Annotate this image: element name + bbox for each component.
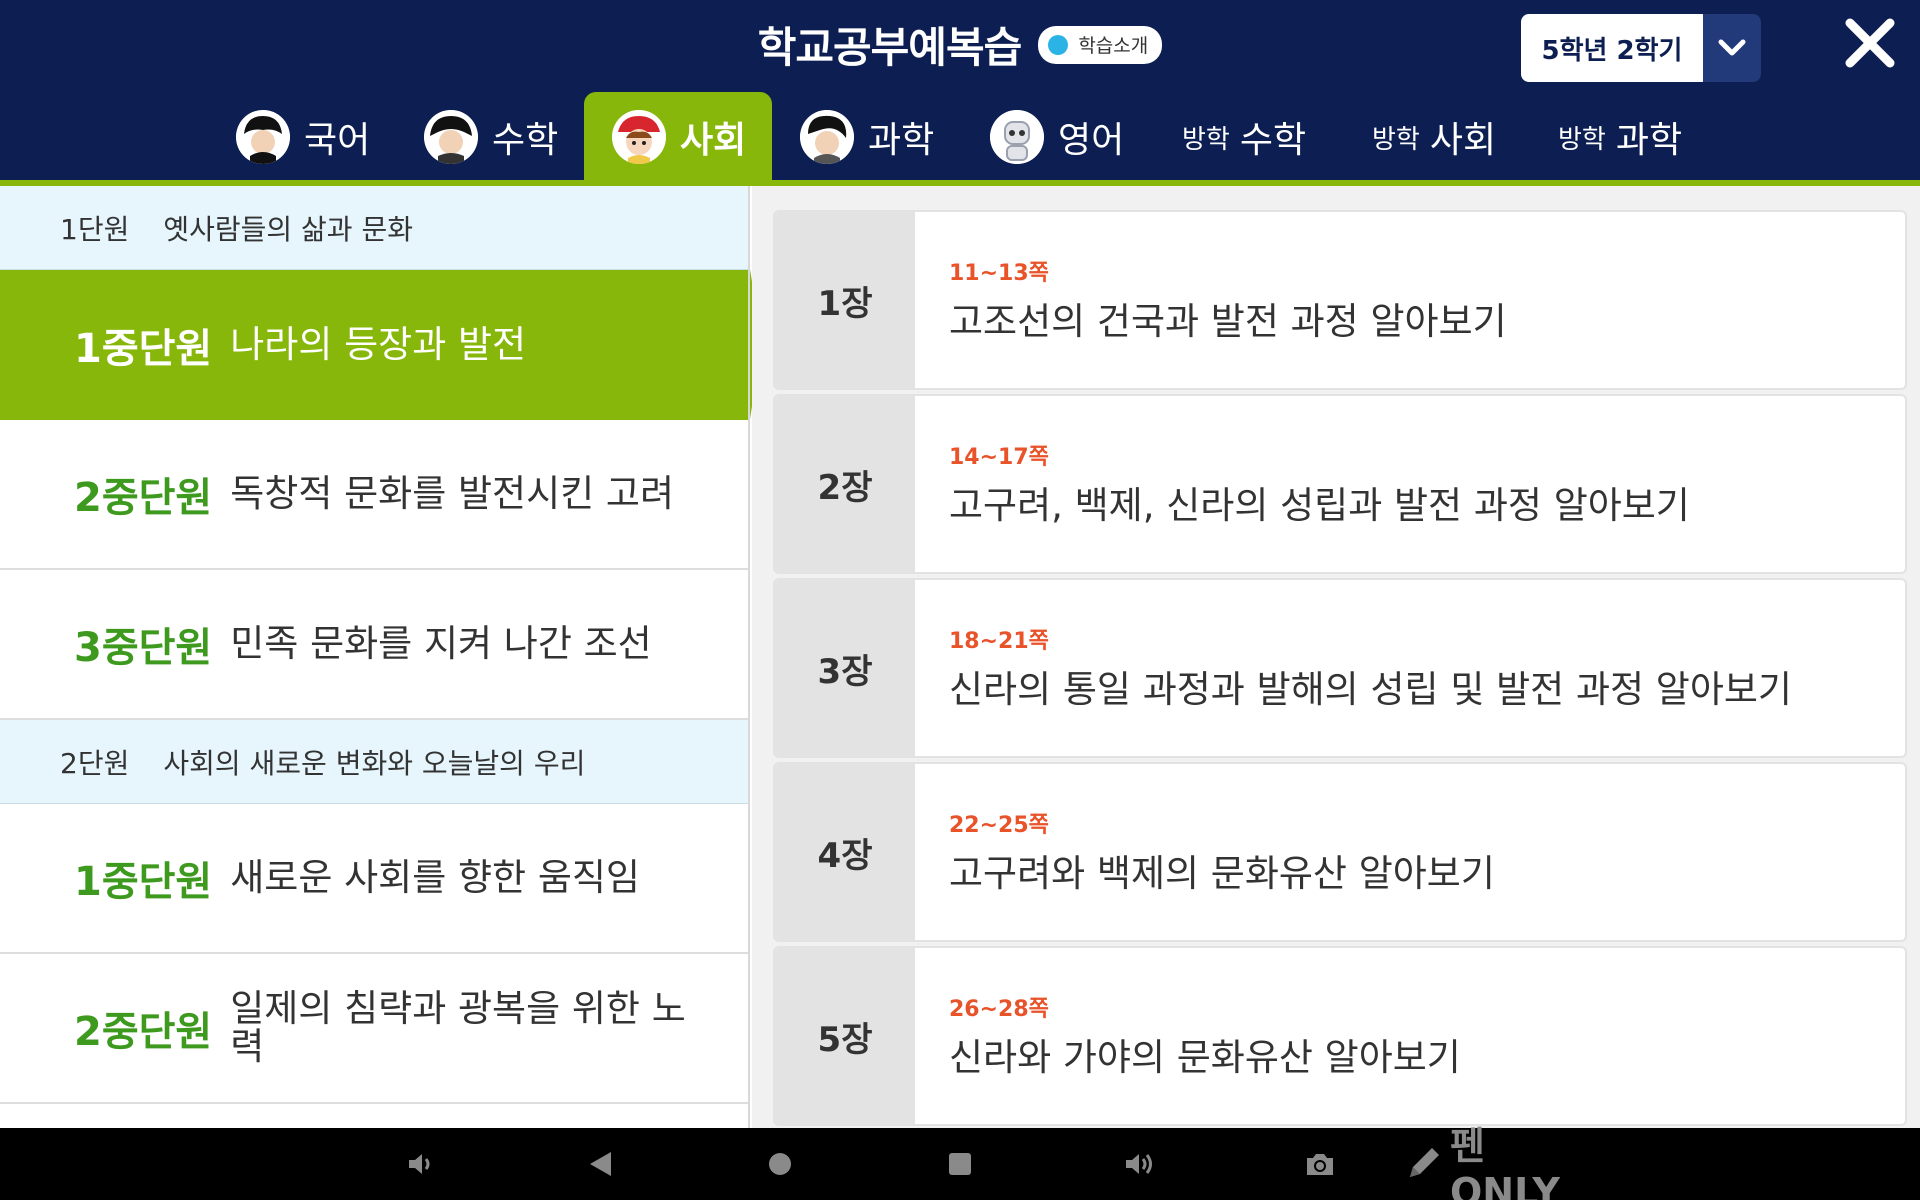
pen-only-button[interactable]: 펜 ONLY bbox=[1406, 1124, 1596, 1200]
chapter-number: 2장 bbox=[775, 396, 915, 572]
tab-math[interactable]: 수학 bbox=[424, 92, 558, 182]
chapter-pages: 18~21쪽 bbox=[949, 629, 1049, 654]
unit-name: 사회의 새로운 변화와 오늘날의 우리 bbox=[163, 746, 586, 780]
chapter-title: 신라와 가야의 문화유산 알아보기 bbox=[949, 1036, 1461, 1079]
subunit-number: 1중단원 bbox=[74, 859, 213, 905]
chapter-item[interactable]: 4장 22~25쪽 고구려와 백제의 문화유산 알아보기 bbox=[773, 762, 1907, 942]
chapter-number: 1장 bbox=[775, 212, 915, 388]
subunit-number: 2중단원 bbox=[74, 1009, 213, 1055]
unit-number: 1단원 bbox=[60, 212, 130, 246]
tab-label: 과학 bbox=[1615, 120, 1683, 161]
subunit-item[interactable]: 1중단원 나라의 등장과 발전 bbox=[0, 270, 748, 420]
chevron-down-icon[interactable] bbox=[1703, 14, 1761, 82]
chapter-item[interactable]: 5장 26~28쪽 신라와 가야의 문화유산 알아보기 bbox=[773, 946, 1907, 1126]
chapter-pages: 26~28쪽 bbox=[949, 997, 1049, 1022]
tab-label: 수학 bbox=[1239, 120, 1307, 161]
pen-only-label: 펜 ONLY bbox=[1450, 1123, 1560, 1200]
tab-korean[interactable]: 국어 bbox=[236, 92, 370, 182]
chapter-title: 고구려와 백제의 문화유산 알아보기 bbox=[949, 852, 1495, 895]
chapter-number: 5장 bbox=[775, 948, 915, 1124]
camera-icon[interactable] bbox=[1300, 1128, 1340, 1200]
chapter-title: 고구려, 백제, 신라의 성립과 발전 과정 알아보기 bbox=[949, 484, 1690, 527]
unit-number: 2단원 bbox=[60, 746, 130, 780]
character-science-icon bbox=[800, 110, 854, 164]
chapter-body: 22~25쪽 고구려와 백제의 문화유산 알아보기 bbox=[915, 764, 1495, 940]
subunit-item[interactable]: 2중단원 독창적 문화를 발전시킨 고려 bbox=[0, 420, 748, 570]
subunit-item[interactable]: 3중단원 민족 문화를 지켜 나간 조선 bbox=[0, 570, 748, 720]
tab-label: 사회 bbox=[680, 120, 747, 161]
subunit-number: 3중단원 bbox=[74, 625, 213, 671]
subunit-item[interactable]: 2중단원 일제의 침략과 광복을 위한 노력 bbox=[0, 954, 748, 1104]
tab-label: 사회 bbox=[1429, 120, 1497, 161]
tab-vacation-math[interactable]: 방학 수학 bbox=[1182, 92, 1306, 182]
chapter-pages: 22~25쪽 bbox=[949, 813, 1049, 838]
chapter-list[interactable]: 1장 11~13쪽 고조선의 건국과 발전 과정 알아보기 2장 14~17쪽 … bbox=[752, 186, 1920, 1128]
tab-prefix: 방학 bbox=[1558, 124, 1606, 155]
subunit-name: 독창적 문화를 발전시킨 고려 bbox=[230, 472, 674, 515]
character-english-icon bbox=[990, 110, 1044, 164]
tab-prefix: 방학 bbox=[1372, 124, 1420, 155]
unit-header: 1단원 옛사람들의 삶과 문화 bbox=[0, 186, 748, 270]
chapter-body: 26~28쪽 신라와 가야의 문화유산 알아보기 bbox=[915, 948, 1461, 1124]
subunit-item[interactable]: 1중단원 새로운 사회를 향한 움직임 bbox=[0, 804, 748, 954]
system-nav-bar: 펜 ONLY bbox=[0, 1124, 1920, 1200]
chapter-number: 4장 bbox=[775, 764, 915, 940]
unit-list[interactable]: 1단원 옛사람들의 삶과 문화 1중단원 나라의 등장과 발전 2중단원 독창적… bbox=[0, 186, 750, 1128]
pen-icon bbox=[1406, 1143, 1442, 1185]
recents-icon[interactable] bbox=[940, 1128, 980, 1200]
chapter-pages: 14~17쪽 bbox=[949, 445, 1049, 470]
chapter-item[interactable]: 2장 14~17쪽 고구려, 백제, 신라의 성립과 발전 과정 알아보기 bbox=[773, 394, 1907, 574]
grade-selector[interactable]: 5학년 2학기 bbox=[1521, 14, 1761, 82]
subunit-name: 일제의 침략과 광복을 위한 노력 bbox=[230, 987, 686, 1068]
chapter-item[interactable]: 1장 11~13쪽 고조선의 건국과 발전 과정 알아보기 bbox=[773, 210, 1907, 390]
subject-tabs: 국어 수학 사회 과학 영어 방학 수학 방학 사회 방학 과학 bbox=[0, 92, 1920, 182]
tab-label: 수학 bbox=[492, 120, 559, 161]
tab-vacation-social[interactable]: 방학 사회 bbox=[1372, 92, 1496, 182]
chapter-title: 신라의 통일 과정과 발해의 성립 및 발전 과정 알아보기 bbox=[949, 668, 1792, 711]
subunit-number: 1중단원 bbox=[74, 326, 213, 372]
tab-label: 과학 bbox=[868, 120, 935, 161]
grade-label: 5학년 2학기 bbox=[1521, 14, 1703, 82]
tab-label: 영어 bbox=[1058, 120, 1125, 161]
tab-prefix: 방학 bbox=[1182, 124, 1230, 155]
close-icon[interactable] bbox=[1840, 12, 1900, 74]
subunit-name: 민족 문화를 지켜 나간 조선 bbox=[230, 622, 652, 665]
intro-label: 학습소개 bbox=[1078, 35, 1149, 57]
app-header: 학교공부예복습 학습소개 5학년 2학기 국어 수학 사회 과학 영어 방학 수… bbox=[0, 0, 1920, 182]
subunit-number: 2중단원 bbox=[74, 475, 213, 521]
tab-label: 국어 bbox=[304, 120, 371, 161]
app-title: 학교공부예복습 bbox=[757, 23, 1022, 72]
chapter-number: 3장 bbox=[775, 580, 915, 756]
character-math-icon bbox=[424, 110, 478, 164]
character-social-icon bbox=[612, 110, 666, 164]
unit-name: 옛사람들의 삶과 문화 bbox=[163, 212, 413, 246]
subunit-name: 나라의 등장과 발전 bbox=[230, 323, 527, 366]
tab-social[interactable]: 사회 bbox=[584, 92, 772, 182]
chapter-pages: 11~13쪽 bbox=[949, 261, 1049, 286]
chapter-title: 고조선의 건국과 발전 과정 알아보기 bbox=[949, 300, 1507, 343]
back-icon[interactable] bbox=[580, 1128, 620, 1200]
chapter-item[interactable]: 3장 18~21쪽 신라의 통일 과정과 발해의 성립 및 발전 과정 알아보기 bbox=[773, 578, 1907, 758]
volume-down-icon[interactable] bbox=[400, 1128, 440, 1200]
character-korean-icon bbox=[236, 110, 290, 164]
tab-vacation-science[interactable]: 방학 과학 bbox=[1558, 92, 1682, 182]
home-icon[interactable] bbox=[760, 1128, 800, 1200]
chapter-body: 11~13쪽 고조선의 건국과 발전 과정 알아보기 bbox=[915, 212, 1507, 388]
tab-science[interactable]: 과학 bbox=[800, 92, 934, 182]
subunit-name: 새로운 사회를 향한 움직임 bbox=[230, 856, 640, 899]
intro-button[interactable]: 학습소개 bbox=[1038, 25, 1163, 64]
unit-header: 2단원 사회의 새로운 변화와 오늘날의 우리 bbox=[0, 720, 748, 804]
chapter-body: 18~21쪽 신라의 통일 과정과 발해의 성립 및 발전 과정 알아보기 bbox=[915, 580, 1792, 756]
chapter-body: 14~17쪽 고구려, 백제, 신라의 성립과 발전 과정 알아보기 bbox=[915, 396, 1690, 572]
volume-up-icon[interactable] bbox=[1120, 1128, 1160, 1200]
tab-english[interactable]: 영어 bbox=[990, 92, 1124, 182]
intro-dot-icon bbox=[1048, 34, 1069, 55]
